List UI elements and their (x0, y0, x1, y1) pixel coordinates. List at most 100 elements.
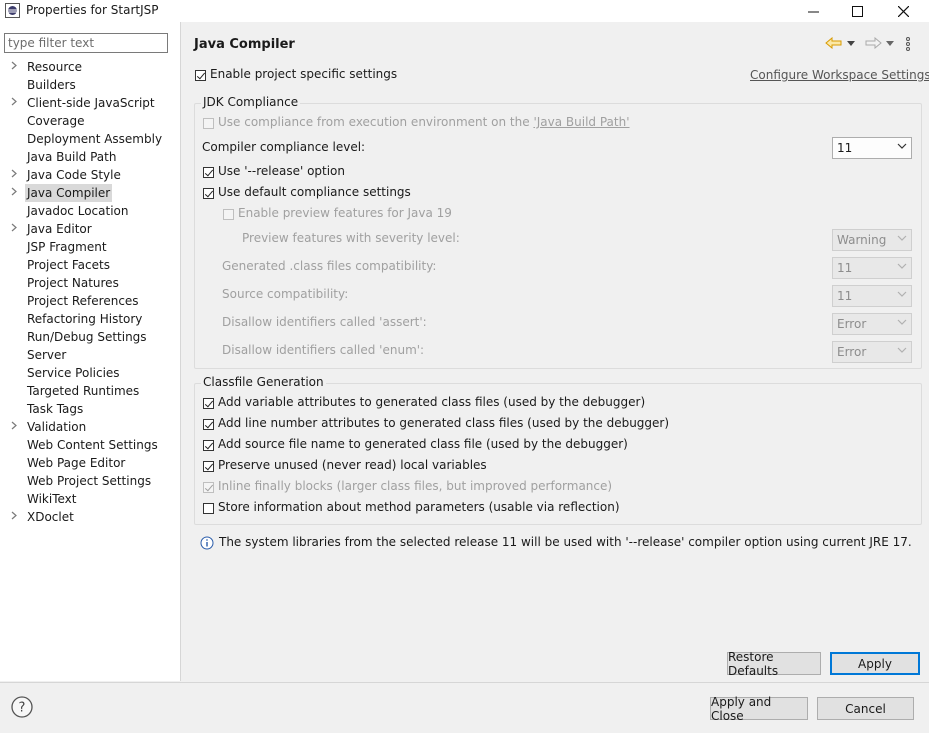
tree-item[interactable]: Task Tags (0, 400, 180, 418)
generated-class-select[interactable]: 11 (832, 257, 912, 279)
chevron-down-icon (897, 263, 907, 269)
filter-input[interactable] (4, 33, 168, 53)
minimize-button[interactable] (790, 0, 836, 22)
page-title: Java Compiler (194, 37, 295, 52)
classfile-option-checkbox[interactable] (203, 398, 214, 409)
tree-item[interactable]: Web Content Settings (0, 436, 180, 454)
generated-class-label: Generated .class files compatibility: (222, 259, 437, 273)
classfile-option-checkbox[interactable] (203, 440, 214, 451)
tree-item[interactable]: Refactoring History (0, 310, 180, 328)
tree-item-label: Java Editor (27, 222, 92, 236)
assert-select[interactable]: Error (832, 313, 912, 335)
tree-item[interactable]: Project Facets (0, 256, 180, 274)
tree-item[interactable]: Project References (0, 292, 180, 310)
chevron-right-icon[interactable] (9, 418, 19, 436)
forward-arrow-icon[interactable] (864, 37, 882, 49)
restore-defaults-button[interactable]: Restore Defaults (727, 650, 821, 678)
back-arrow-icon[interactable] (825, 37, 843, 49)
compliance-level-value: 11 (837, 141, 853, 155)
chevron-right-icon[interactable] (9, 58, 19, 76)
apply-and-close-button[interactable]: Apply and Close (710, 695, 808, 723)
tree-item-label: Java Code Style (27, 168, 121, 182)
preview-severity-label: Preview features with severity level: (242, 231, 460, 245)
tree-item[interactable]: Java Code Style (0, 166, 180, 184)
property-page: Java Compiler Enable project specific se… (181, 22, 929, 681)
java-build-path-link[interactable]: 'Java Build Path' (533, 115, 629, 129)
tree-item[interactable]: Deployment Assembly (0, 130, 180, 148)
chevron-right-icon[interactable] (9, 184, 19, 202)
maximize-icon (851, 5, 863, 17)
release-option-checkbox[interactable] (203, 167, 214, 178)
tree-item[interactable]: Java Editor (0, 220, 180, 238)
classfile-option-label: Add source file name to generated class … (218, 437, 628, 451)
release-option-label: Use '--release' option (218, 164, 346, 178)
tree-item[interactable]: Java Build Path (0, 148, 180, 166)
compliance-level-select[interactable]: 11 (832, 137, 912, 159)
preview-severity-value: Warning (837, 233, 887, 247)
tree-item[interactable]: Resource (0, 58, 180, 76)
tree-item[interactable]: Web Project Settings (0, 472, 180, 490)
tree-item-label: Builders (27, 78, 76, 92)
tree-item-label: Run/Debug Settings (27, 330, 147, 344)
forward-dropdown-icon[interactable] (886, 41, 894, 46)
chevron-right-icon[interactable] (9, 166, 19, 184)
tree-item-label: Java Build Path (27, 150, 117, 164)
tree-item[interactable]: Web Page Editor (0, 454, 180, 472)
tree-item-label: Project Natures (27, 276, 119, 290)
close-button[interactable] (880, 0, 926, 22)
jdk-compliance-title: JDK Compliance (201, 95, 301, 109)
chevron-right-icon[interactable] (9, 94, 19, 112)
classfile-option-checkbox[interactable] (203, 461, 214, 472)
tree-item[interactable]: Project Natures (0, 274, 180, 292)
tree-item[interactable]: Run/Debug Settings (0, 328, 180, 346)
eclipse-app-icon (5, 3, 20, 18)
generated-class-value: 11 (837, 261, 853, 275)
help-icon[interactable]: ? (11, 696, 33, 718)
chevron-right-icon[interactable] (9, 220, 19, 238)
tree-item[interactable]: Builders (0, 76, 180, 94)
tree-item[interactable]: Server (0, 346, 180, 364)
classfile-option-label: Add variable attributes to generated cla… (218, 395, 646, 409)
tree-item-label: WikiText (27, 492, 77, 506)
tree-item[interactable]: Targeted Runtimes (0, 382, 180, 400)
tree-item-label: Client-side JavaScript (27, 96, 155, 110)
tree-item[interactable]: Service Policies (0, 364, 180, 382)
tree-item[interactable]: Client-side JavaScript (0, 94, 180, 112)
tree-item[interactable]: Coverage (0, 112, 180, 130)
preview-severity-select[interactable]: Warning (832, 229, 912, 251)
chevron-right-icon[interactable] (9, 508, 19, 526)
use-default-compliance-checkbox[interactable] (203, 188, 214, 199)
chevron-down-icon (897, 319, 907, 325)
tree-item[interactable]: Java Compiler (0, 184, 180, 202)
assert-label: Disallow identifiers called 'assert': (222, 315, 427, 329)
enum-select[interactable]: Error (832, 341, 912, 363)
tree-item[interactable]: JSP Fragment (0, 238, 180, 256)
enable-project-specific-label: Enable project specific settings (210, 67, 398, 81)
apply-button[interactable]: Apply (830, 652, 920, 675)
tree-item[interactable]: Validation (0, 418, 180, 436)
classfile-option-checkbox[interactable] (203, 482, 214, 493)
classfile-option-checkbox[interactable] (203, 503, 214, 514)
tree-item[interactable]: XDoclet (0, 508, 180, 526)
view-menu-icon[interactable] (906, 37, 910, 51)
cancel-button[interactable]: Cancel (817, 697, 914, 720)
tree-item[interactable]: WikiText (0, 490, 180, 508)
classfile-option-label: Add line number attributes to generated … (218, 416, 670, 430)
source-compat-value: 11 (837, 289, 853, 303)
enable-preview-checkbox[interactable] (223, 209, 234, 220)
info-icon (200, 536, 214, 550)
configure-workspace-link[interactable]: Configure Workspace Settings... (750, 68, 929, 82)
enable-project-specific-checkbox[interactable] (195, 70, 206, 81)
use-default-compliance-label: Use default compliance settings (218, 185, 411, 199)
classfile-option-checkbox[interactable] (203, 419, 214, 430)
use-compliance-ee-checkbox[interactable] (203, 118, 214, 129)
maximize-button[interactable] (834, 0, 880, 22)
chevron-down-icon (897, 291, 907, 297)
back-dropdown-icon[interactable] (847, 41, 855, 46)
tree-item-label: Project References (27, 294, 139, 308)
tree-item[interactable]: Javadoc Location (0, 202, 180, 220)
tree-item-label: Targeted Runtimes (27, 384, 140, 398)
assert-value: Error (837, 317, 867, 331)
classfile-option-label: Preserve unused (never read) local varia… (218, 458, 487, 472)
source-compat-select[interactable]: 11 (832, 285, 912, 307)
